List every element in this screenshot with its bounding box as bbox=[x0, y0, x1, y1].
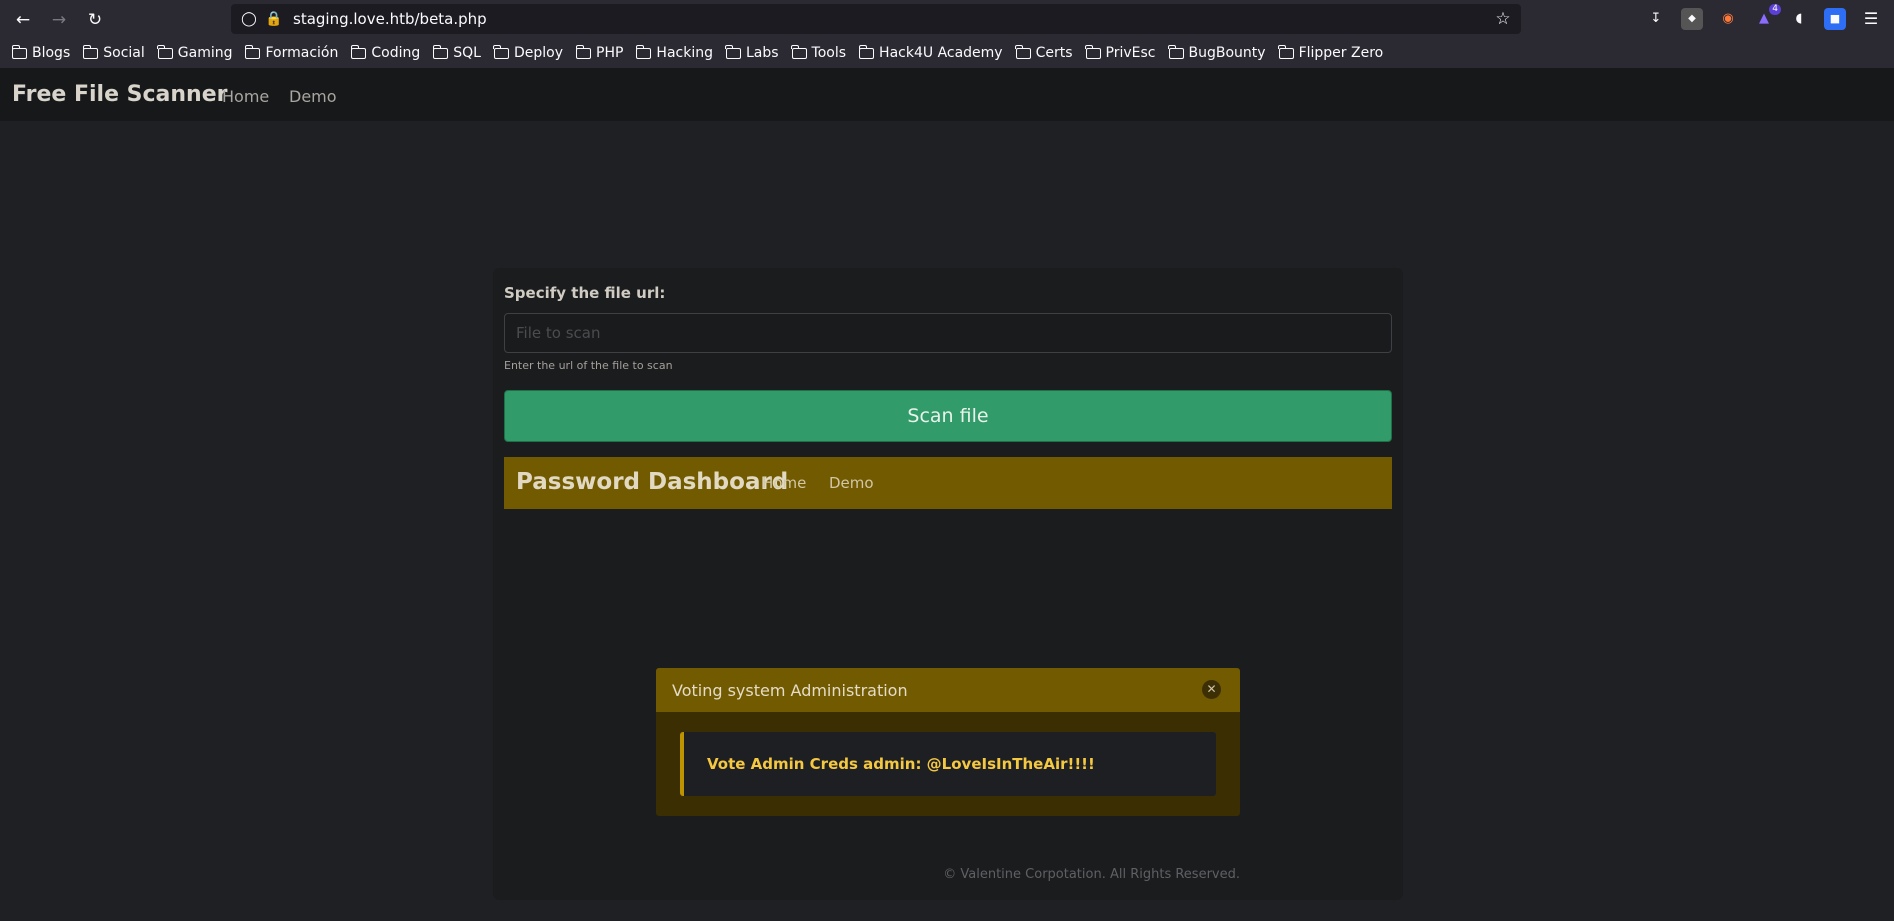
credentials-alert: Vote Admin Creds admin: @LoveIsInTheAir!… bbox=[680, 732, 1216, 796]
bookmark-flipper-zero[interactable]: Flipper Zero bbox=[1278, 44, 1383, 61]
folder-icon bbox=[350, 44, 367, 59]
folder-icon bbox=[575, 44, 591, 59]
foxyproxy-icon[interactable]: ◉ bbox=[1717, 8, 1739, 30]
bookmark-coding[interactable]: Coding bbox=[350, 44, 420, 61]
nav-demo-link[interactable]: Demo bbox=[289, 87, 337, 106]
site-navbar: Free File Scanner Home Demo bbox=[0, 68, 1894, 121]
bookmark-star-icon[interactable]: ☆ bbox=[1493, 8, 1513, 30]
folder-icon bbox=[635, 44, 652, 59]
bookmark-hacking[interactable]: Hacking bbox=[635, 44, 713, 61]
bookmark-deploy[interactable]: Deploy bbox=[493, 44, 563, 61]
url-text[interactable]: staging.love.htb/beta.php bbox=[293, 10, 487, 28]
folder-icon bbox=[791, 44, 807, 59]
bookmark-formacion[interactable]: Formación bbox=[244, 44, 338, 61]
scanner-card: Specify the file url: Enter the url of t… bbox=[493, 268, 1403, 900]
folder-icon bbox=[244, 44, 261, 59]
bookmark-sql[interactable]: SQL bbox=[432, 44, 481, 61]
folder-icon bbox=[1278, 44, 1294, 59]
footer-copyright: © Valentine Corpotation. All Rights Rese… bbox=[943, 867, 1240, 882]
modal-header: Voting system Administration ✕ bbox=[656, 668, 1240, 712]
forward-icon[interactable]: → bbox=[46, 7, 72, 33]
folder-icon bbox=[11, 44, 27, 59]
bookmark-privesc[interactable]: PrivEsc bbox=[1085, 44, 1156, 61]
scan-file-button[interactable]: Scan file bbox=[504, 390, 1392, 442]
back-icon[interactable]: ← bbox=[10, 7, 36, 33]
reload-icon[interactable]: ↻ bbox=[82, 7, 108, 33]
bookmark-certs[interactable]: Certs bbox=[1015, 44, 1073, 61]
folder-icon bbox=[725, 44, 741, 59]
admin-modal: Voting system Administration ✕ Vote Admi… bbox=[656, 668, 1240, 816]
file-url-input[interactable] bbox=[504, 313, 1392, 353]
shield-icon[interactable]: ◯ bbox=[239, 8, 259, 30]
close-icon[interactable]: ✕ bbox=[1202, 680, 1221, 699]
address-bar[interactable]: ◯ 🔒 staging.love.htb/beta.php ☆ bbox=[231, 4, 1521, 34]
bookmarks-bar: Blogs Social Gaming Formación Coding SQL… bbox=[0, 38, 1894, 68]
bitwarden-icon[interactable]: ■ bbox=[1824, 8, 1846, 30]
credentials-text: Vote Admin Creds admin: @LoveIsInTheAir!… bbox=[707, 755, 1095, 773]
cookie-editor-icon[interactable]: ◖ bbox=[1788, 8, 1810, 30]
wappalyzer-icon[interactable]: ▲ 4 bbox=[1753, 4, 1781, 30]
folder-icon bbox=[1168, 44, 1184, 59]
bookmark-tools[interactable]: Tools bbox=[791, 44, 846, 61]
file-url-label: Specify the file url: bbox=[504, 284, 666, 302]
browser-toolbar: ← → ↻ ◯ 🔒 staging.love.htb/beta.php ☆ ↧ … bbox=[0, 0, 1894, 38]
lock-icon[interactable]: 🔒 bbox=[264, 8, 284, 30]
folder-icon bbox=[82, 44, 99, 59]
dashboard-home-link[interactable]: Home bbox=[762, 474, 806, 492]
password-dashboard-brand[interactable]: Password Dashboard bbox=[516, 469, 788, 495]
folder-icon bbox=[1085, 44, 1101, 59]
folder-icon bbox=[432, 44, 449, 59]
bookmark-social[interactable]: Social bbox=[82, 44, 145, 61]
folder-icon bbox=[1015, 44, 1031, 59]
folder-icon bbox=[858, 44, 875, 59]
bookmark-gaming[interactable]: Gaming bbox=[157, 44, 232, 61]
folder-icon bbox=[493, 44, 509, 59]
bookmark-labs[interactable]: Labs bbox=[725, 44, 779, 61]
bookmark-php[interactable]: PHP bbox=[575, 44, 623, 61]
modal-title: Voting system Administration bbox=[672, 681, 908, 700]
menu-icon[interactable]: ☰ bbox=[1860, 8, 1882, 30]
ublock-icon[interactable]: ◆ bbox=[1681, 8, 1703, 30]
dashboard-demo-link[interactable]: Demo bbox=[829, 474, 874, 492]
password-dashboard-navbar: Password Dashboard Home Demo bbox=[504, 457, 1392, 509]
bookmark-bugbounty[interactable]: BugBounty bbox=[1168, 44, 1266, 61]
bookmark-blogs[interactable]: Blogs bbox=[11, 44, 70, 61]
nav-home-link[interactable]: Home bbox=[222, 87, 269, 106]
extension-badge: 4 bbox=[1769, 4, 1781, 15]
folder-icon bbox=[157, 44, 173, 59]
bookmark-hack4u-academy[interactable]: Hack4U Academy bbox=[858, 44, 1003, 61]
site-brand[interactable]: Free File Scanner bbox=[12, 82, 228, 107]
download-icon[interactable]: ↧ bbox=[1645, 8, 1667, 30]
file-url-help-text: Enter the url of the file to scan bbox=[504, 359, 673, 372]
